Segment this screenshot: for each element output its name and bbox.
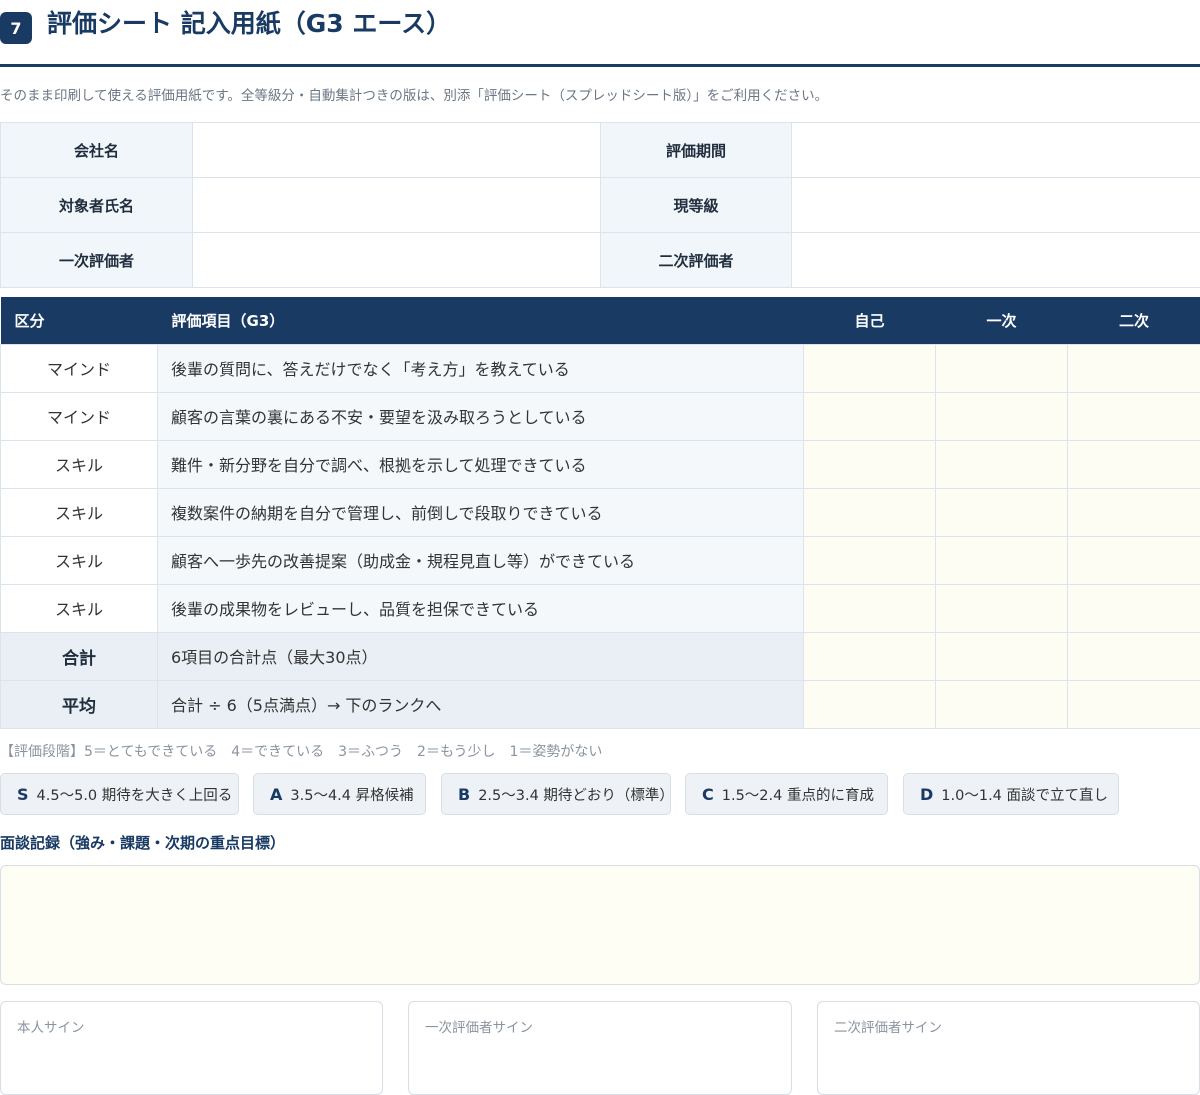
self-signature-box[interactable]: 本人サイン <box>0 1001 383 1095</box>
header-category: 区分 <box>0 297 158 344</box>
rank-text: 4.5〜5.0 期待を大きく上回る <box>36 787 233 804</box>
row-item: 難件・新分野を自分で調べ、根拠を示して処理できている <box>157 439 804 489</box>
employee-field[interactable] <box>192 177 601 233</box>
memo-title: 面談記録（強み・課題・次期の重点目標） <box>0 834 286 852</box>
section-number-badge: 7 <box>0 12 32 44</box>
row-item: 顧客へ一歩先の改善提案（助成金・規程見直し等）ができている <box>157 535 804 585</box>
table-row: スキル 難件・新分野を自分で調べ、根拠を示して処理できている <box>0 439 1200 489</box>
second-evaluator-field[interactable] <box>791 232 1200 288</box>
row-item: 顧客の言葉の裏にある不安・要望を汲み取ろうとしている <box>157 391 804 441</box>
second-evaluator-signature-label: 二次評価者サイン <box>834 1020 942 1036</box>
row-category: スキル <box>0 535 158 585</box>
self-score-cell[interactable] <box>803 535 936 585</box>
self-signature-label: 本人サイン <box>17 1020 85 1036</box>
period-label: 評価期間 <box>600 122 792 178</box>
header-second: 二次 <box>1067 297 1200 344</box>
total-row: 合計 6項目の合計点（最大30点） <box>0 631 1200 681</box>
memo-field[interactable] <box>0 865 1200 985</box>
self-score-cell[interactable] <box>803 439 936 489</box>
table-row: スキル 顧客へ一歩先の改善提案（助成金・規程見直し等）ができている <box>0 535 1200 585</box>
second-score-cell[interactable] <box>1067 343 1200 393</box>
info-table: 会社名 評価期間 対象者氏名 現等級 一次評価者 二次評価者 <box>0 122 1200 288</box>
period-field[interactable] <box>791 122 1200 178</box>
rank-text: 1.0〜1.4 面談で立て直し <box>941 787 1109 804</box>
first-evaluator-signature-box[interactable]: 一次評価者サイン <box>408 1001 792 1095</box>
rank-letter: D <box>920 784 934 804</box>
rank-text: 2.5〜3.4 期待どおり（標準） <box>478 787 674 804</box>
page-header: 7 評価シート 記入用紙（G3 エース） <box>0 0 1200 67</box>
second-total-cell[interactable] <box>1067 631 1200 681</box>
first-score-cell[interactable] <box>935 583 1068 633</box>
employee-label: 対象者氏名 <box>0 177 193 233</box>
second-evaluator-signature-box[interactable]: 二次評価者サイン <box>817 1001 1200 1095</box>
rank-text: 1.5〜2.4 重点的に育成 <box>721 787 874 804</box>
self-average-cell[interactable] <box>803 679 936 729</box>
header-item: 評価項目（G3） <box>157 297 804 344</box>
first-score-cell[interactable] <box>935 391 1068 441</box>
row-category: スキル <box>0 583 158 633</box>
first-score-cell[interactable] <box>935 439 1068 489</box>
table-row: マインド 顧客の言葉の裏にある不安・要望を汲み取ろうとしている <box>0 391 1200 441</box>
company-field[interactable] <box>192 122 601 178</box>
first-score-cell[interactable] <box>935 487 1068 537</box>
second-average-cell[interactable] <box>1067 679 1200 729</box>
row-category: スキル <box>0 439 158 489</box>
second-score-cell[interactable] <box>1067 487 1200 537</box>
rank-letter: B <box>458 784 471 804</box>
row-category: スキル <box>0 487 158 537</box>
rank-badge-s: S 4.5〜5.0 期待を大きく上回る <box>0 773 239 815</box>
rank-badge-c: C 1.5〜2.4 重点的に育成 <box>685 773 888 815</box>
row-category: マインド <box>0 391 158 441</box>
average-label: 平均 <box>0 679 158 729</box>
total-label: 合計 <box>0 631 158 681</box>
average-description: 合計 ÷ 6（5点満点）→ 下のランクへ <box>157 679 804 729</box>
rank-badge-a: A 3.5〜4.4 昇格候補 <box>253 773 426 815</box>
header-first: 一次 <box>935 297 1068 344</box>
grade-label: 現等級 <box>600 177 792 233</box>
second-score-cell[interactable] <box>1067 391 1200 441</box>
self-total-cell[interactable] <box>803 631 936 681</box>
row-category: マインド <box>0 343 158 393</box>
self-score-cell[interactable] <box>803 487 936 537</box>
first-evaluator-field[interactable] <box>192 232 601 288</box>
total-description: 6項目の合計点（最大30点） <box>157 631 804 681</box>
first-evaluator-label: 一次評価者 <box>0 232 193 288</box>
rank-badge-d: D 1.0〜1.4 面談で立て直し <box>903 773 1119 815</box>
evaluation-header-row: 区分 評価項目（G3） 自己 一次 二次 <box>0 297 1200 344</box>
header-self: 自己 <box>803 297 936 344</box>
rank-letter: A <box>270 784 283 804</box>
second-evaluator-label: 二次評価者 <box>600 232 792 288</box>
table-row: スキル 複数案件の納期を自分で管理し、前倒しで段取りできている <box>0 487 1200 537</box>
self-score-cell[interactable] <box>803 583 936 633</box>
first-average-cell[interactable] <box>935 679 1068 729</box>
first-evaluator-signature-label: 一次評価者サイン <box>425 1020 533 1036</box>
second-score-cell[interactable] <box>1067 583 1200 633</box>
evaluation-table: 区分 評価項目（G3） 自己 一次 二次 マインド 後輩の質問に、答えだけでなく… <box>0 297 1200 729</box>
page-description: そのまま印刷して使える評価用紙です。全等級分・自動集計つきの版は、別添「評価シー… <box>0 88 829 104</box>
second-score-cell[interactable] <box>1067 535 1200 585</box>
rank-text: 3.5〜4.4 昇格候補 <box>290 787 414 804</box>
rating-scale-legend: 【評価段階】5＝とてもできている 4＝できている 3＝ふつう 2＝もう少し 1＝… <box>0 744 603 760</box>
rank-letter: S <box>17 784 29 804</box>
self-score-cell[interactable] <box>803 391 936 441</box>
first-score-cell[interactable] <box>935 343 1068 393</box>
table-row: スキル 後輩の成果物をレビューし、品質を担保できている <box>0 583 1200 633</box>
row-item: 後輩の質問に、答えだけでなく「考え方」を教えている <box>157 343 804 393</box>
row-item: 後輩の成果物をレビューし、品質を担保できている <box>157 583 804 633</box>
average-row: 平均 合計 ÷ 6（5点満点）→ 下のランクへ <box>0 679 1200 729</box>
second-score-cell[interactable] <box>1067 439 1200 489</box>
page-title: 評価シート 記入用紙（G3 エース） <box>47 9 452 38</box>
rank-letter: C <box>702 784 714 804</box>
first-score-cell[interactable] <box>935 535 1068 585</box>
table-row: マインド 後輩の質問に、答えだけでなく「考え方」を教えている <box>0 343 1200 393</box>
self-score-cell[interactable] <box>803 343 936 393</box>
company-label: 会社名 <box>0 122 193 178</box>
first-total-cell[interactable] <box>935 631 1068 681</box>
grade-field[interactable] <box>791 177 1200 233</box>
row-item: 複数案件の納期を自分で管理し、前倒しで段取りできている <box>157 487 804 537</box>
rank-badge-b: B 2.5〜3.4 期待どおり（標準） <box>441 773 674 815</box>
